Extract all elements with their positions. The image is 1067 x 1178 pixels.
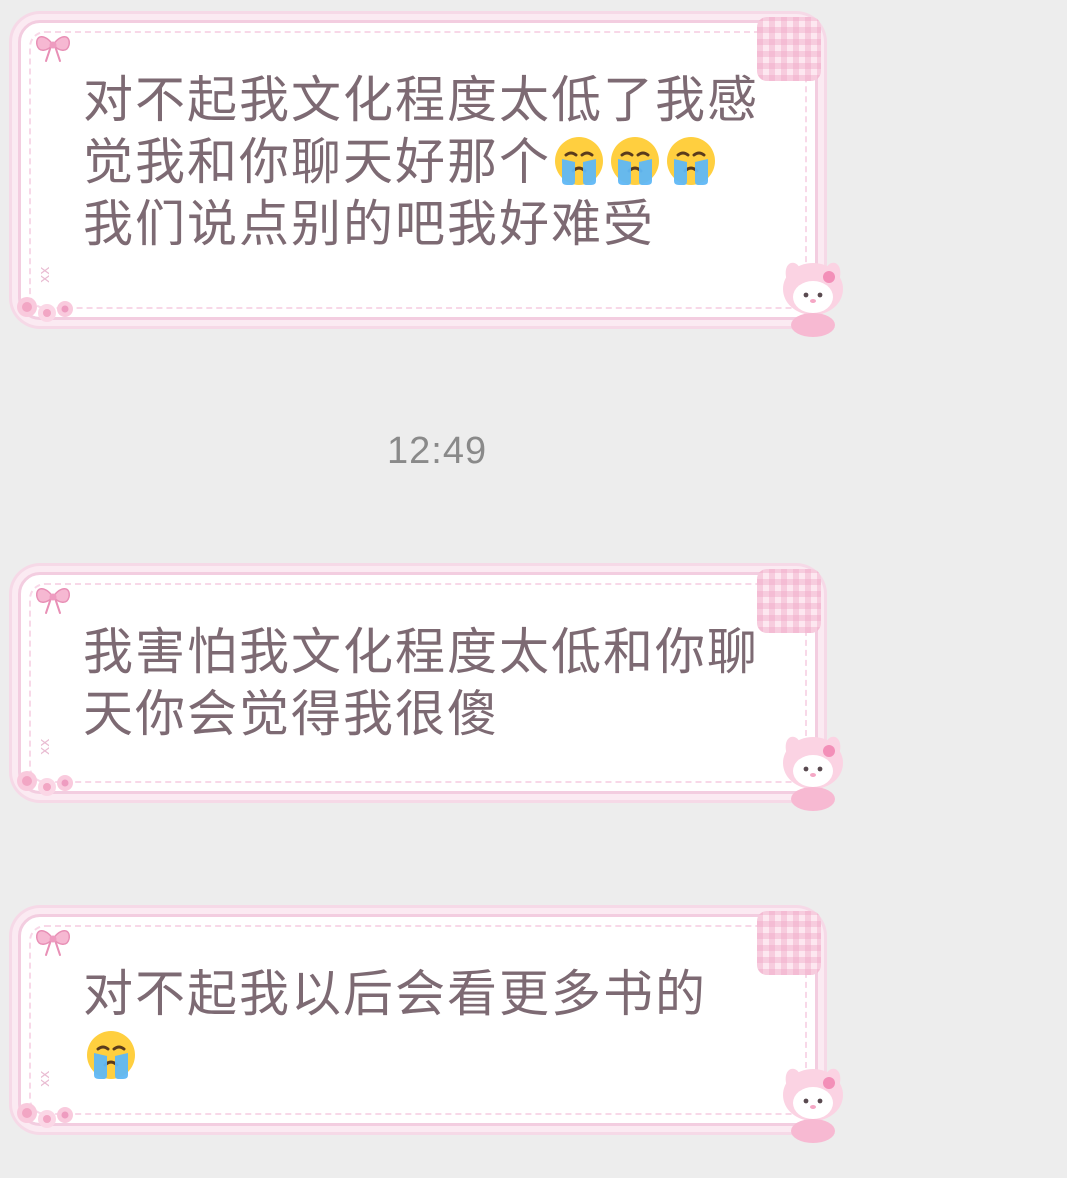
message-bubble[interactable]: xx 对不起我文化程度太低了我感觉我和你聊天好那个我们说点别的吧我好难受: [17, 17, 843, 337]
message-text: 对不起我以后会看更多书的: [83, 963, 765, 1087]
bow-icon: [36, 588, 70, 614]
crying-face-icon: [555, 137, 603, 185]
crying-face-icon: [87, 1031, 135, 1079]
message-text-segment: 对不起我以后会看更多书的: [83, 965, 707, 1023]
gingham-corner-decoration: [757, 911, 821, 975]
my-melody-sticker-icon: [783, 262, 843, 337]
message-text-segment: 我害怕我文化程度太低和你聊天你会觉得我很傻: [83, 623, 759, 743]
message-bubble[interactable]: xx 我害怕我文化程度太低和你聊天你会觉得我很傻: [17, 569, 843, 811]
my-melody-sticker-icon: [783, 736, 843, 811]
corner-mark: xx: [37, 1070, 53, 1087]
bow-icon: [36, 930, 70, 956]
message-timestamp: 12:49: [387, 430, 488, 472]
message-text-segment: 我们说点别的吧我好难受: [83, 195, 655, 253]
message-text: 对不起我文化程度太低了我感觉我和你聊天好那个我们说点别的吧我好难受: [83, 69, 765, 255]
chat-window: xx 对不起我文化程度太低了我感觉我和你聊天好那个我们说点别的吧我好难受 12:…: [0, 0, 1067, 1178]
gingham-corner-decoration: [757, 17, 821, 81]
rose-flowers-icon: [17, 1103, 73, 1128]
crying-face-icon: [667, 137, 715, 185]
message-bubble[interactable]: xx 对不起我以后会看更多书的: [17, 911, 843, 1143]
my-melody-sticker-icon: [783, 1068, 843, 1143]
message-text: 我害怕我文化程度太低和你聊天你会觉得我很傻: [83, 621, 765, 745]
corner-mark: xx: [37, 738, 53, 755]
crying-face-icon: [611, 137, 659, 185]
corner-mark: xx: [37, 266, 53, 283]
rose-flowers-icon: [17, 297, 73, 322]
gingham-corner-decoration: [757, 569, 821, 633]
bow-icon: [36, 36, 70, 62]
rose-flowers-icon: [17, 771, 73, 796]
